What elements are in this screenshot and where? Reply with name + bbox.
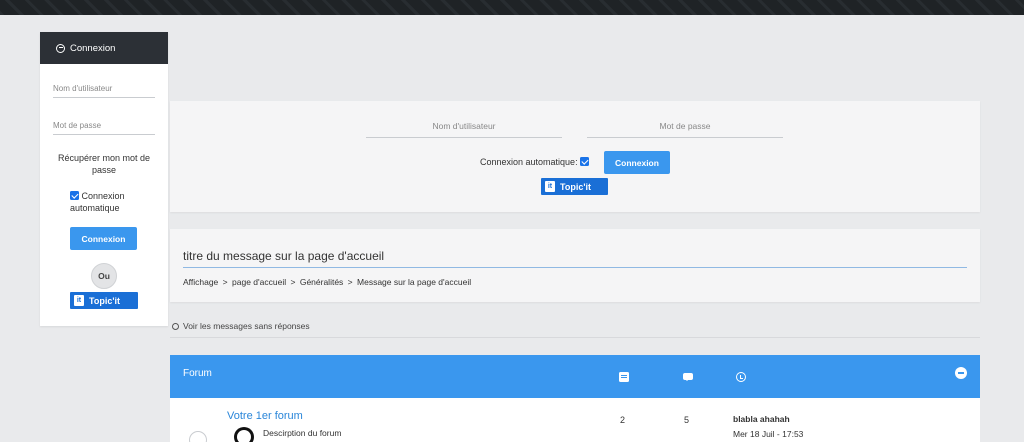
unanswered-posts-label: Voir les messages sans réponses xyxy=(183,321,310,331)
sidebar-login-button[interactable]: Connexion xyxy=(70,227,137,250)
sidebar-auto-login: Connexion automatique xyxy=(70,190,150,214)
breadcrumb-item[interactable]: Message sur la page d'accueil xyxy=(357,277,471,287)
posts-icon xyxy=(683,372,693,382)
forum-image-icon xyxy=(234,427,254,442)
sidebar-topicit-button[interactable]: it Topic'it xyxy=(70,292,138,309)
collapse-icon[interactable] xyxy=(955,367,967,379)
sidebar-login-widget: Connexion Nom d'utilisateur Mot de passe… xyxy=(40,32,168,326)
breadcrumb-separator: > xyxy=(347,277,353,287)
last-post-title-link[interactable]: blabla ahahah xyxy=(733,414,790,424)
last-post-date: Mer 18 Juil - 17:53 xyxy=(733,429,804,439)
forum-description: Descirption du forum xyxy=(263,428,342,438)
homepage-message-block: titre du message sur la page d'accueil A… xyxy=(170,229,980,302)
main-auto-login-checkbox[interactable] xyxy=(580,157,590,166)
homepage-message-title: titre du message sur la page d'accueil xyxy=(183,249,967,268)
main-topicit-label: Topic'it xyxy=(560,181,591,192)
sidebar-username-input[interactable]: Nom d'utilisateur xyxy=(53,84,155,98)
breadcrumb-item[interactable]: Généralités xyxy=(300,277,343,287)
clock-icon xyxy=(736,372,746,382)
forum-name-link[interactable]: Votre 1er forum xyxy=(227,410,303,422)
recover-password-link[interactable]: Récupérer mon mot de passe xyxy=(48,152,160,176)
main-password-input[interactable]: Mot de passe xyxy=(587,121,783,138)
login-icon xyxy=(56,43,65,53)
breadcrumb: Affichage > page d'accueil > Généralités… xyxy=(183,277,471,287)
main-login-button[interactable]: Connexion xyxy=(604,151,670,174)
sidebar-login-title: Connexion xyxy=(70,42,116,54)
forum-status-icon xyxy=(189,431,207,442)
breadcrumb-item[interactable]: page d'accueil xyxy=(232,277,286,287)
circle-icon xyxy=(172,322,179,330)
forum-posts-count: 5 xyxy=(684,415,690,425)
main-username-input[interactable]: Nom d'utilisateur xyxy=(366,121,562,138)
sidebar-login-header: Connexion xyxy=(40,32,168,64)
sidebar-auto-login-checkbox[interactable] xyxy=(70,191,79,200)
topicit-logo-icon: it xyxy=(74,295,84,306)
forum-row: Votre 1er forum Descirption du forum 2 5… xyxy=(170,398,980,442)
unanswered-posts-link[interactable]: Voir les messages sans réponses xyxy=(172,321,310,331)
divider xyxy=(170,337,980,338)
sidebar-topicit-label: Topic'it xyxy=(89,295,120,306)
topicit-logo-icon: it xyxy=(545,181,555,192)
breadcrumb-item[interactable]: Affichage xyxy=(183,277,218,287)
main-login-panel: Nom d'utilisateur Mot de passe Connexion… xyxy=(170,101,980,212)
forum-table-header: Forum xyxy=(170,355,980,398)
topics-icon xyxy=(619,372,629,382)
breadcrumb-separator: > xyxy=(290,277,296,287)
main-auto-login: Connexion automatique: xyxy=(480,157,590,167)
forum-category-title[interactable]: Forum xyxy=(183,368,212,379)
top-banner xyxy=(0,0,1024,15)
forum-topics-count: 2 xyxy=(620,415,626,425)
main-auto-login-label: Connexion automatique: xyxy=(480,157,578,167)
or-separator: Ou xyxy=(91,263,117,289)
breadcrumb-separator: > xyxy=(222,277,228,287)
sidebar-password-input[interactable]: Mot de passe xyxy=(53,121,155,135)
banner-pattern xyxy=(0,0,1024,15)
main-topicit-button[interactable]: it Topic'it xyxy=(541,178,608,195)
